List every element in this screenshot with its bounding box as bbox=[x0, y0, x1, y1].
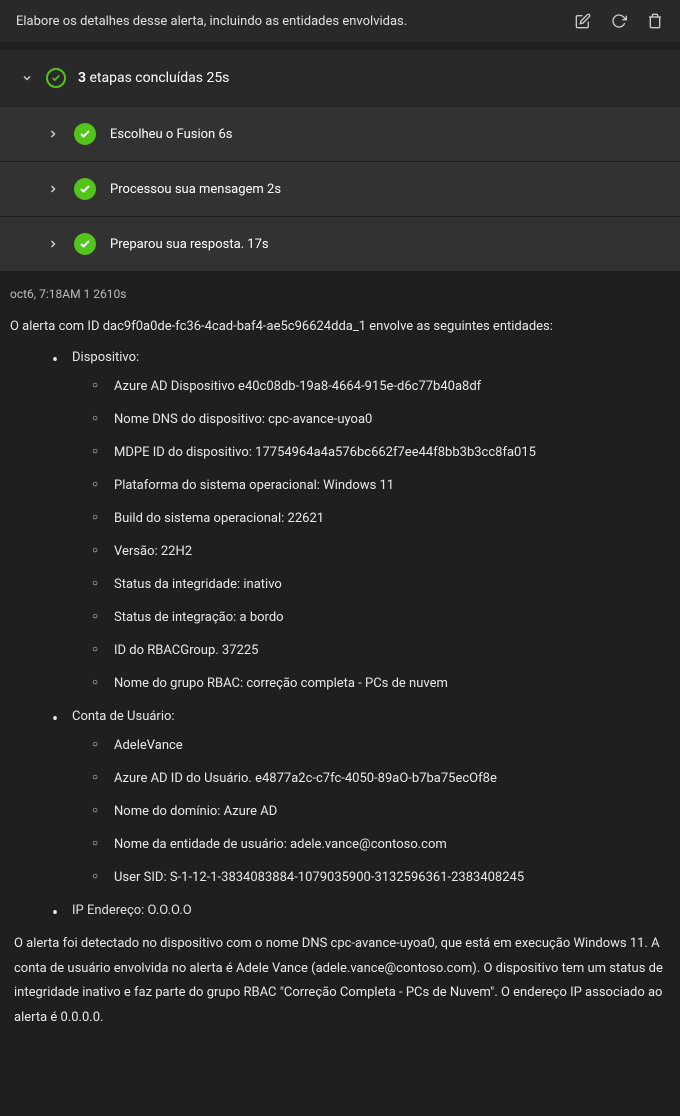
chevron-down-icon bbox=[20, 71, 34, 85]
entity-list: Dispositivo: Azure AD Dispositivo e40c08… bbox=[10, 350, 670, 918]
chevron-right-icon bbox=[46, 237, 60, 251]
steps-label: etapas concluídas 25s bbox=[89, 70, 229, 86]
device-details: Azure AD Dispositivo e40c08db-19a8-4664-… bbox=[72, 379, 670, 691]
steps-summary-text: 3 etapas concluídas 25s bbox=[78, 70, 229, 86]
timestamp: oct6, 7:18AM 1 2610s bbox=[10, 287, 670, 301]
list-item: Build do sistema operacional: 22621 bbox=[90, 511, 670, 526]
step-row[interactable]: Processou sua mensagem 2s bbox=[0, 162, 680, 216]
device-section: Dispositivo: Azure AD Dispositivo e40c08… bbox=[48, 350, 670, 691]
header-bar: Elabore os detalhes desse alerta, inclui… bbox=[0, 0, 680, 42]
list-item: User SID: S-1-12-1-3834083884-1079035900… bbox=[90, 870, 670, 885]
step-label: Escolheu o Fusion 6s bbox=[110, 127, 232, 142]
check-circle-icon bbox=[46, 68, 66, 88]
list-item: AdeleVance bbox=[90, 738, 670, 753]
check-filled-icon bbox=[74, 123, 96, 145]
ip-section: IP Endereço: O.O.O.O bbox=[48, 903, 670, 918]
chevron-right-icon bbox=[46, 182, 60, 196]
chevron-right-icon bbox=[46, 127, 60, 141]
alert-intro: O alerta com ID dac9f0a0de-fc36-4cad-baf… bbox=[10, 319, 670, 334]
ip-label: IP bbox=[72, 903, 84, 918]
delete-icon[interactable] bbox=[646, 12, 664, 30]
step-row[interactable]: Preparou sua resposta. 17s bbox=[0, 217, 680, 271]
list-item: Nome do grupo RBAC: correção completa - … bbox=[90, 676, 670, 691]
steps-count: 3 bbox=[78, 70, 86, 86]
user-section: Conta de Usuário: AdeleVance Azure AD ID… bbox=[48, 709, 670, 885]
content-body: oct6, 7:18AM 1 2610s O alerta com ID dac… bbox=[0, 271, 680, 1041]
ip-value: Endereço: O.O.O.O bbox=[87, 903, 192, 918]
check-filled-icon bbox=[74, 178, 96, 200]
step-label: Preparou sua resposta. 17s bbox=[110, 237, 269, 252]
footer-paragraph: O alerta foi detectado no dispositivo co… bbox=[10, 932, 670, 1031]
step-label: Processou sua mensagem 2s bbox=[110, 182, 281, 197]
steps-summary-row[interactable]: 3 etapas concluídas 25s bbox=[0, 50, 680, 106]
list-item: Nome da entidade de usuário: adele.vance… bbox=[90, 837, 670, 852]
user-title: Conta de Usuário: bbox=[72, 709, 175, 724]
prompt-text: Elabore os detalhes desse alerta, inclui… bbox=[16, 14, 407, 29]
check-filled-icon bbox=[74, 233, 96, 255]
list-item: ID do RBACGroup. 37225 bbox=[90, 643, 670, 658]
list-item: Plataforma do sistema operacional: Windo… bbox=[90, 478, 670, 493]
refresh-icon[interactable] bbox=[610, 12, 628, 30]
edit-icon[interactable] bbox=[574, 12, 592, 30]
list-item: Status de integração: a bordo bbox=[90, 610, 670, 625]
list-item: Azure AD ID do Usuário. e4877a2c-c7fc-40… bbox=[90, 771, 670, 786]
list-item: Status da integridade: inativo bbox=[90, 577, 670, 592]
list-item: Azure AD Dispositivo e40c08db-19a8-4664-… bbox=[90, 379, 670, 394]
user-details: AdeleVance Azure AD ID do Usuário. e4877… bbox=[72, 738, 670, 885]
list-item: Nome do domínio: Azure AD bbox=[90, 804, 670, 819]
list-item: MDPE ID do dispositivo: 17754964a4a576bc… bbox=[90, 445, 670, 460]
header-actions bbox=[574, 12, 664, 30]
list-item: Versão: 22H2 bbox=[90, 544, 670, 559]
list-item: Nome DNS do dispositivo: cpc-avance-uyoa… bbox=[90, 412, 670, 427]
step-row[interactable]: Escolheu o Fusion 6s bbox=[0, 107, 680, 161]
device-title: Dispositivo: bbox=[72, 350, 139, 365]
